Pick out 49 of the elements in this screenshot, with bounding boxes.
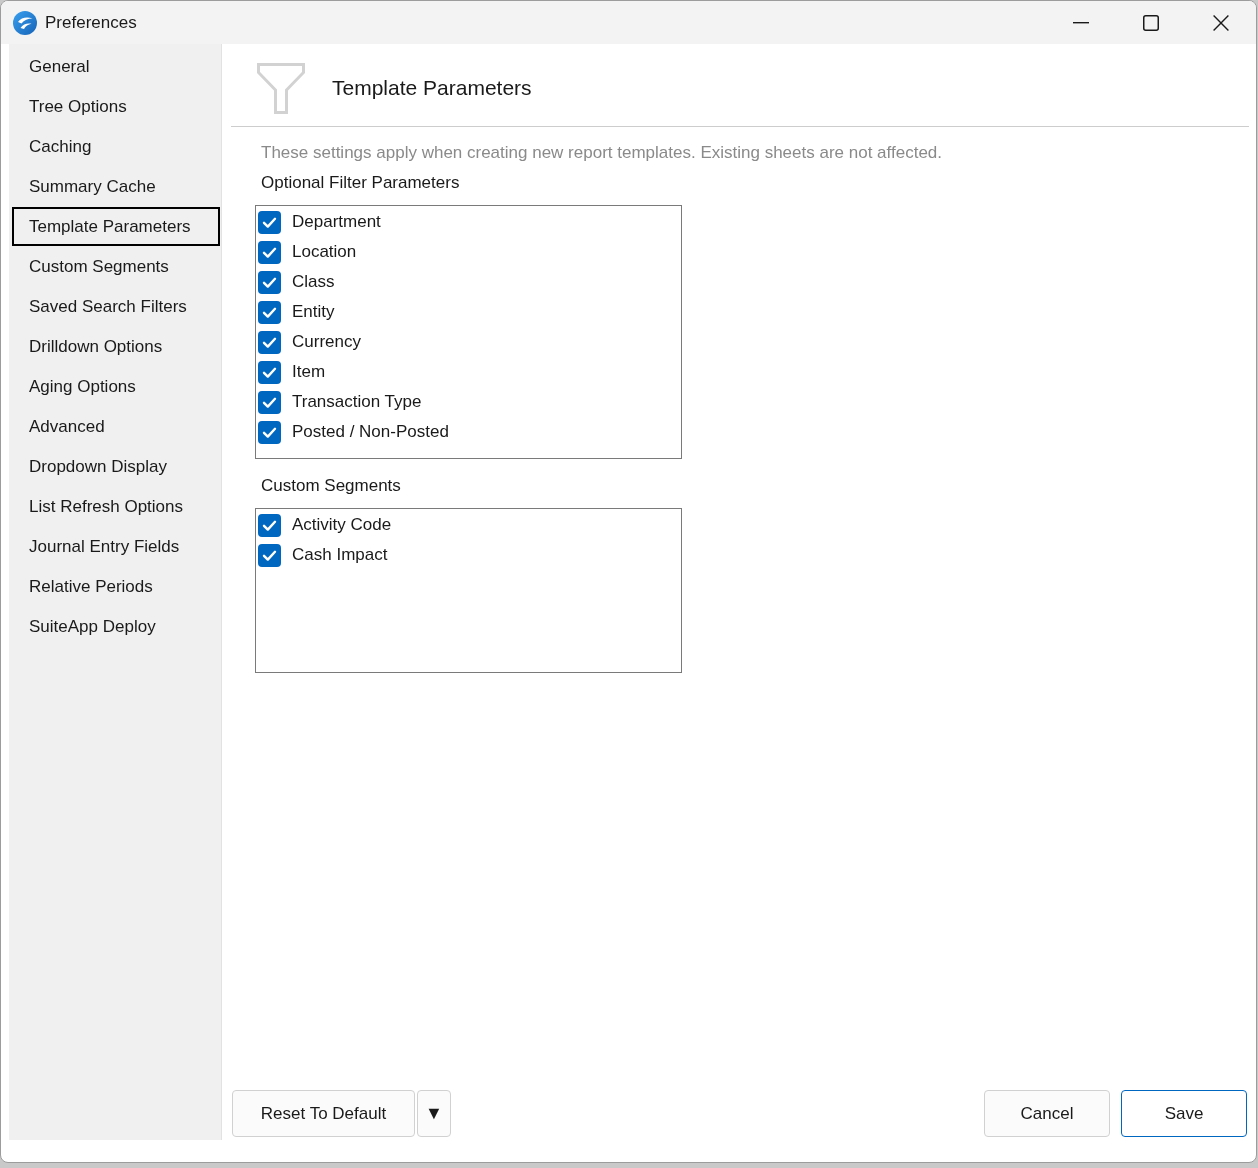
checkbox[interactable] bbox=[258, 210, 281, 234]
checkbox-label[interactable]: Cash Impact bbox=[292, 545, 388, 565]
checkbox-label[interactable]: Location bbox=[292, 242, 357, 262]
maximize-icon bbox=[1143, 14, 1159, 31]
minimize-icon bbox=[1073, 21, 1089, 24]
checkbox[interactable] bbox=[258, 513, 281, 537]
sidebar-item[interactable]: Relative Periods bbox=[12, 567, 220, 606]
checkbox-label[interactable]: Department bbox=[292, 212, 381, 232]
dropdown-button[interactable]: ▼ bbox=[417, 1090, 451, 1137]
checkbox[interactable] bbox=[258, 390, 281, 414]
checkbox[interactable] bbox=[258, 300, 281, 324]
sidebar-item[interactable]: Template Parameters bbox=[12, 207, 220, 246]
sidebar-item[interactable]: SuiteApp Deploy bbox=[12, 607, 220, 646]
close-icon bbox=[1213, 14, 1229, 31]
checkbox-label[interactable]: Entity bbox=[292, 302, 335, 322]
sidebar-item[interactable]: Saved Search Filters bbox=[12, 287, 220, 326]
section-label: Optional Filter Parameters bbox=[261, 172, 460, 194]
funnel-icon bbox=[257, 62, 305, 114]
checkbox-label[interactable]: Activity Code bbox=[292, 515, 392, 535]
cancel-button[interactable]: Cancel bbox=[984, 1090, 1110, 1137]
sidebar-item[interactable]: Dropdown Display bbox=[12, 447, 220, 486]
app-logo-icon bbox=[13, 10, 37, 35]
sidebar-item[interactable]: Drilldown Options bbox=[12, 327, 220, 366]
checkbox[interactable] bbox=[258, 543, 281, 567]
sidebar-item[interactable]: Custom Segments bbox=[12, 247, 220, 286]
sidebar-item[interactable]: Journal Entry Fields bbox=[12, 527, 220, 566]
section-label: Custom Segments bbox=[261, 475, 401, 497]
sidebar-item[interactable]: Aging Options bbox=[12, 367, 220, 406]
reset-button[interactable]: Reset To Default bbox=[232, 1090, 415, 1137]
checkbox-label[interactable]: Transaction Type bbox=[292, 392, 422, 412]
description-text: These settings apply when creating new report templates. Existing sheets are not affected. bbox=[261, 142, 943, 164]
sidebar-item[interactable]: Tree Options bbox=[12, 87, 220, 126]
checkbox-label[interactable]: Item bbox=[292, 362, 326, 382]
sidebar-item[interactable]: List Refresh Options bbox=[12, 487, 220, 526]
checkbox-label[interactable]: Class bbox=[292, 272, 335, 292]
sidebar-item[interactable]: General bbox=[12, 47, 220, 86]
checkbox-label[interactable]: Posted / Non-Posted bbox=[292, 422, 449, 442]
checkbox-label[interactable]: Currency bbox=[292, 332, 361, 352]
save-button[interactable]: Save bbox=[1121, 1090, 1247, 1137]
sidebar-item[interactable]: Summary Cache bbox=[12, 167, 220, 206]
checkbox[interactable] bbox=[258, 330, 281, 354]
checkbox[interactable] bbox=[258, 360, 281, 384]
sidebar-item[interactable]: Caching bbox=[12, 127, 220, 166]
page-title: Template Parameters bbox=[332, 76, 532, 100]
checkbox[interactable] bbox=[258, 240, 281, 264]
sidebar-item[interactable]: Advanced bbox=[12, 407, 220, 446]
window-title: Preferences bbox=[45, 12, 137, 33]
checkbox[interactable] bbox=[258, 420, 281, 444]
checkbox[interactable] bbox=[258, 270, 281, 294]
